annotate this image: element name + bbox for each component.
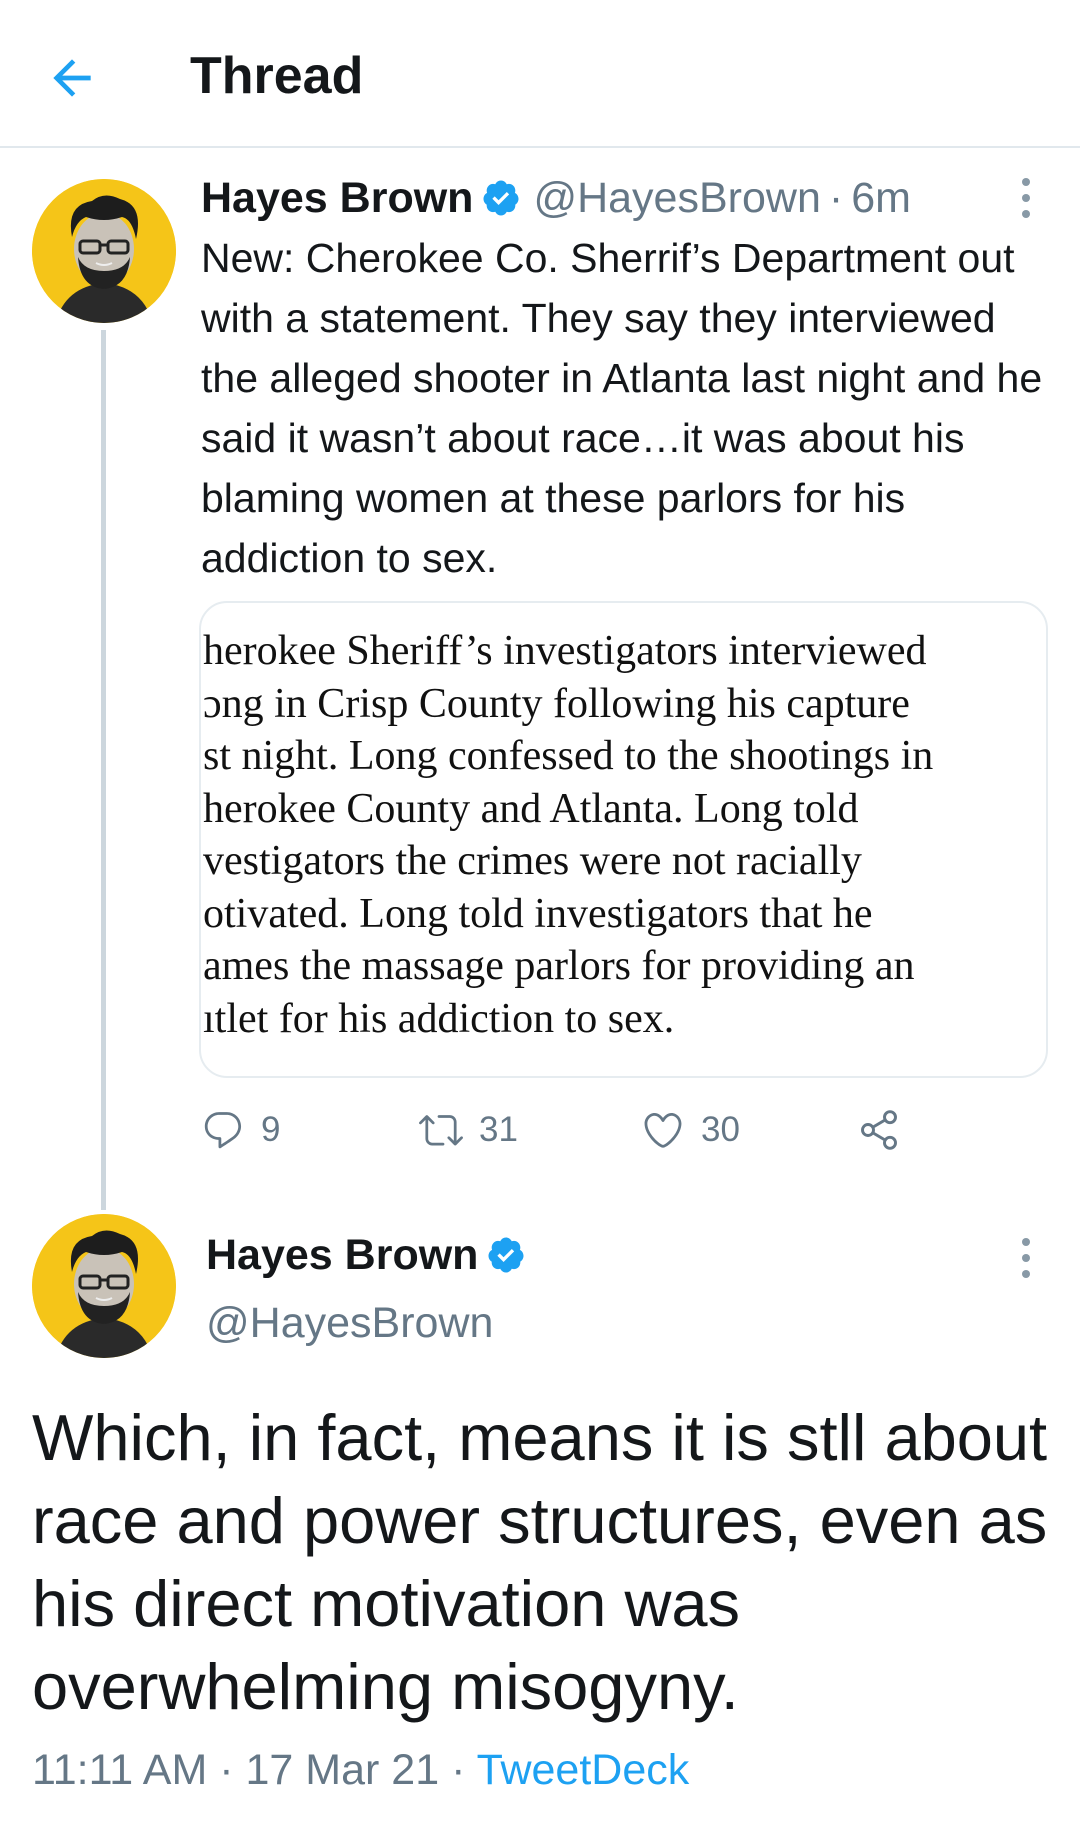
tweet-text: New: Cherokee Co. Sherrif’s Department o… (201, 235, 1043, 581)
reply-count: 9 (261, 1110, 281, 1149)
more-options-icon[interactable] (1018, 1236, 1034, 1280)
avatar[interactable] (32, 1214, 176, 1358)
user-handle[interactable]: @HayesBrown (533, 174, 820, 223)
meta-separator: · (439, 1746, 477, 1794)
share-button[interactable] (857, 1100, 901, 1160)
verified-badge-icon (483, 180, 519, 216)
tweet-header: Hayes Brown (206, 1224, 538, 1286)
meta-separator: · (828, 173, 844, 222)
reply-button[interactable]: 9 (201, 1100, 280, 1160)
retweet-icon (419, 1115, 463, 1146)
more-options-icon[interactable] (1018, 176, 1034, 220)
page-title: Thread (190, 47, 364, 105)
tweet-header: Hayes Brown @HayesBrown · 6m (201, 168, 911, 228)
like-count: 30 (701, 1110, 740, 1149)
like-button[interactable]: 30 (641, 1100, 740, 1160)
verified-badge-icon (488, 1237, 524, 1273)
tweet-meta: 11:11 AM · 17 Mar 21 · TweetDeck (32, 1740, 689, 1800)
tweet-source-link[interactable]: TweetDeck (477, 1746, 690, 1794)
retweet-button[interactable]: 31 (419, 1100, 518, 1160)
avatar[interactable] (32, 179, 176, 323)
tweet-actions: 9 31 30 (201, 1100, 921, 1160)
thread-connector-line (101, 330, 106, 1210)
share-icon (861, 1110, 897, 1150)
tweet-date[interactable]: 17 Mar 21 (246, 1746, 440, 1794)
heart-icon (644, 1112, 682, 1148)
display-name[interactable]: Hayes Brown (201, 174, 473, 223)
avatar-illustration (32, 179, 176, 323)
media-statement-text: herokee Sheriff’s investigators intervie… (203, 628, 934, 1042)
avatar-illustration (32, 1214, 176, 1358)
arrow-left-icon[interactable] (44, 50, 100, 106)
tweet-text: Which, in fact, means it is stll about r… (32, 1401, 1048, 1723)
tweet-time[interactable]: 6m (851, 174, 911, 223)
retweet-count: 31 (479, 1110, 518, 1149)
reply-icon (204, 1112, 242, 1149)
user-handle[interactable]: @HayesBrown (206, 1293, 493, 1353)
thread-header: Thread (0, 0, 1080, 148)
tweet-media-image[interactable]: herokee Sheriff’s investigators intervie… (199, 601, 1048, 1078)
display-name[interactable]: Hayes Brown (206, 1231, 478, 1280)
tweet-timestamp[interactable]: 11:11 AM (32, 1746, 207, 1794)
meta-separator: · (207, 1746, 246, 1794)
